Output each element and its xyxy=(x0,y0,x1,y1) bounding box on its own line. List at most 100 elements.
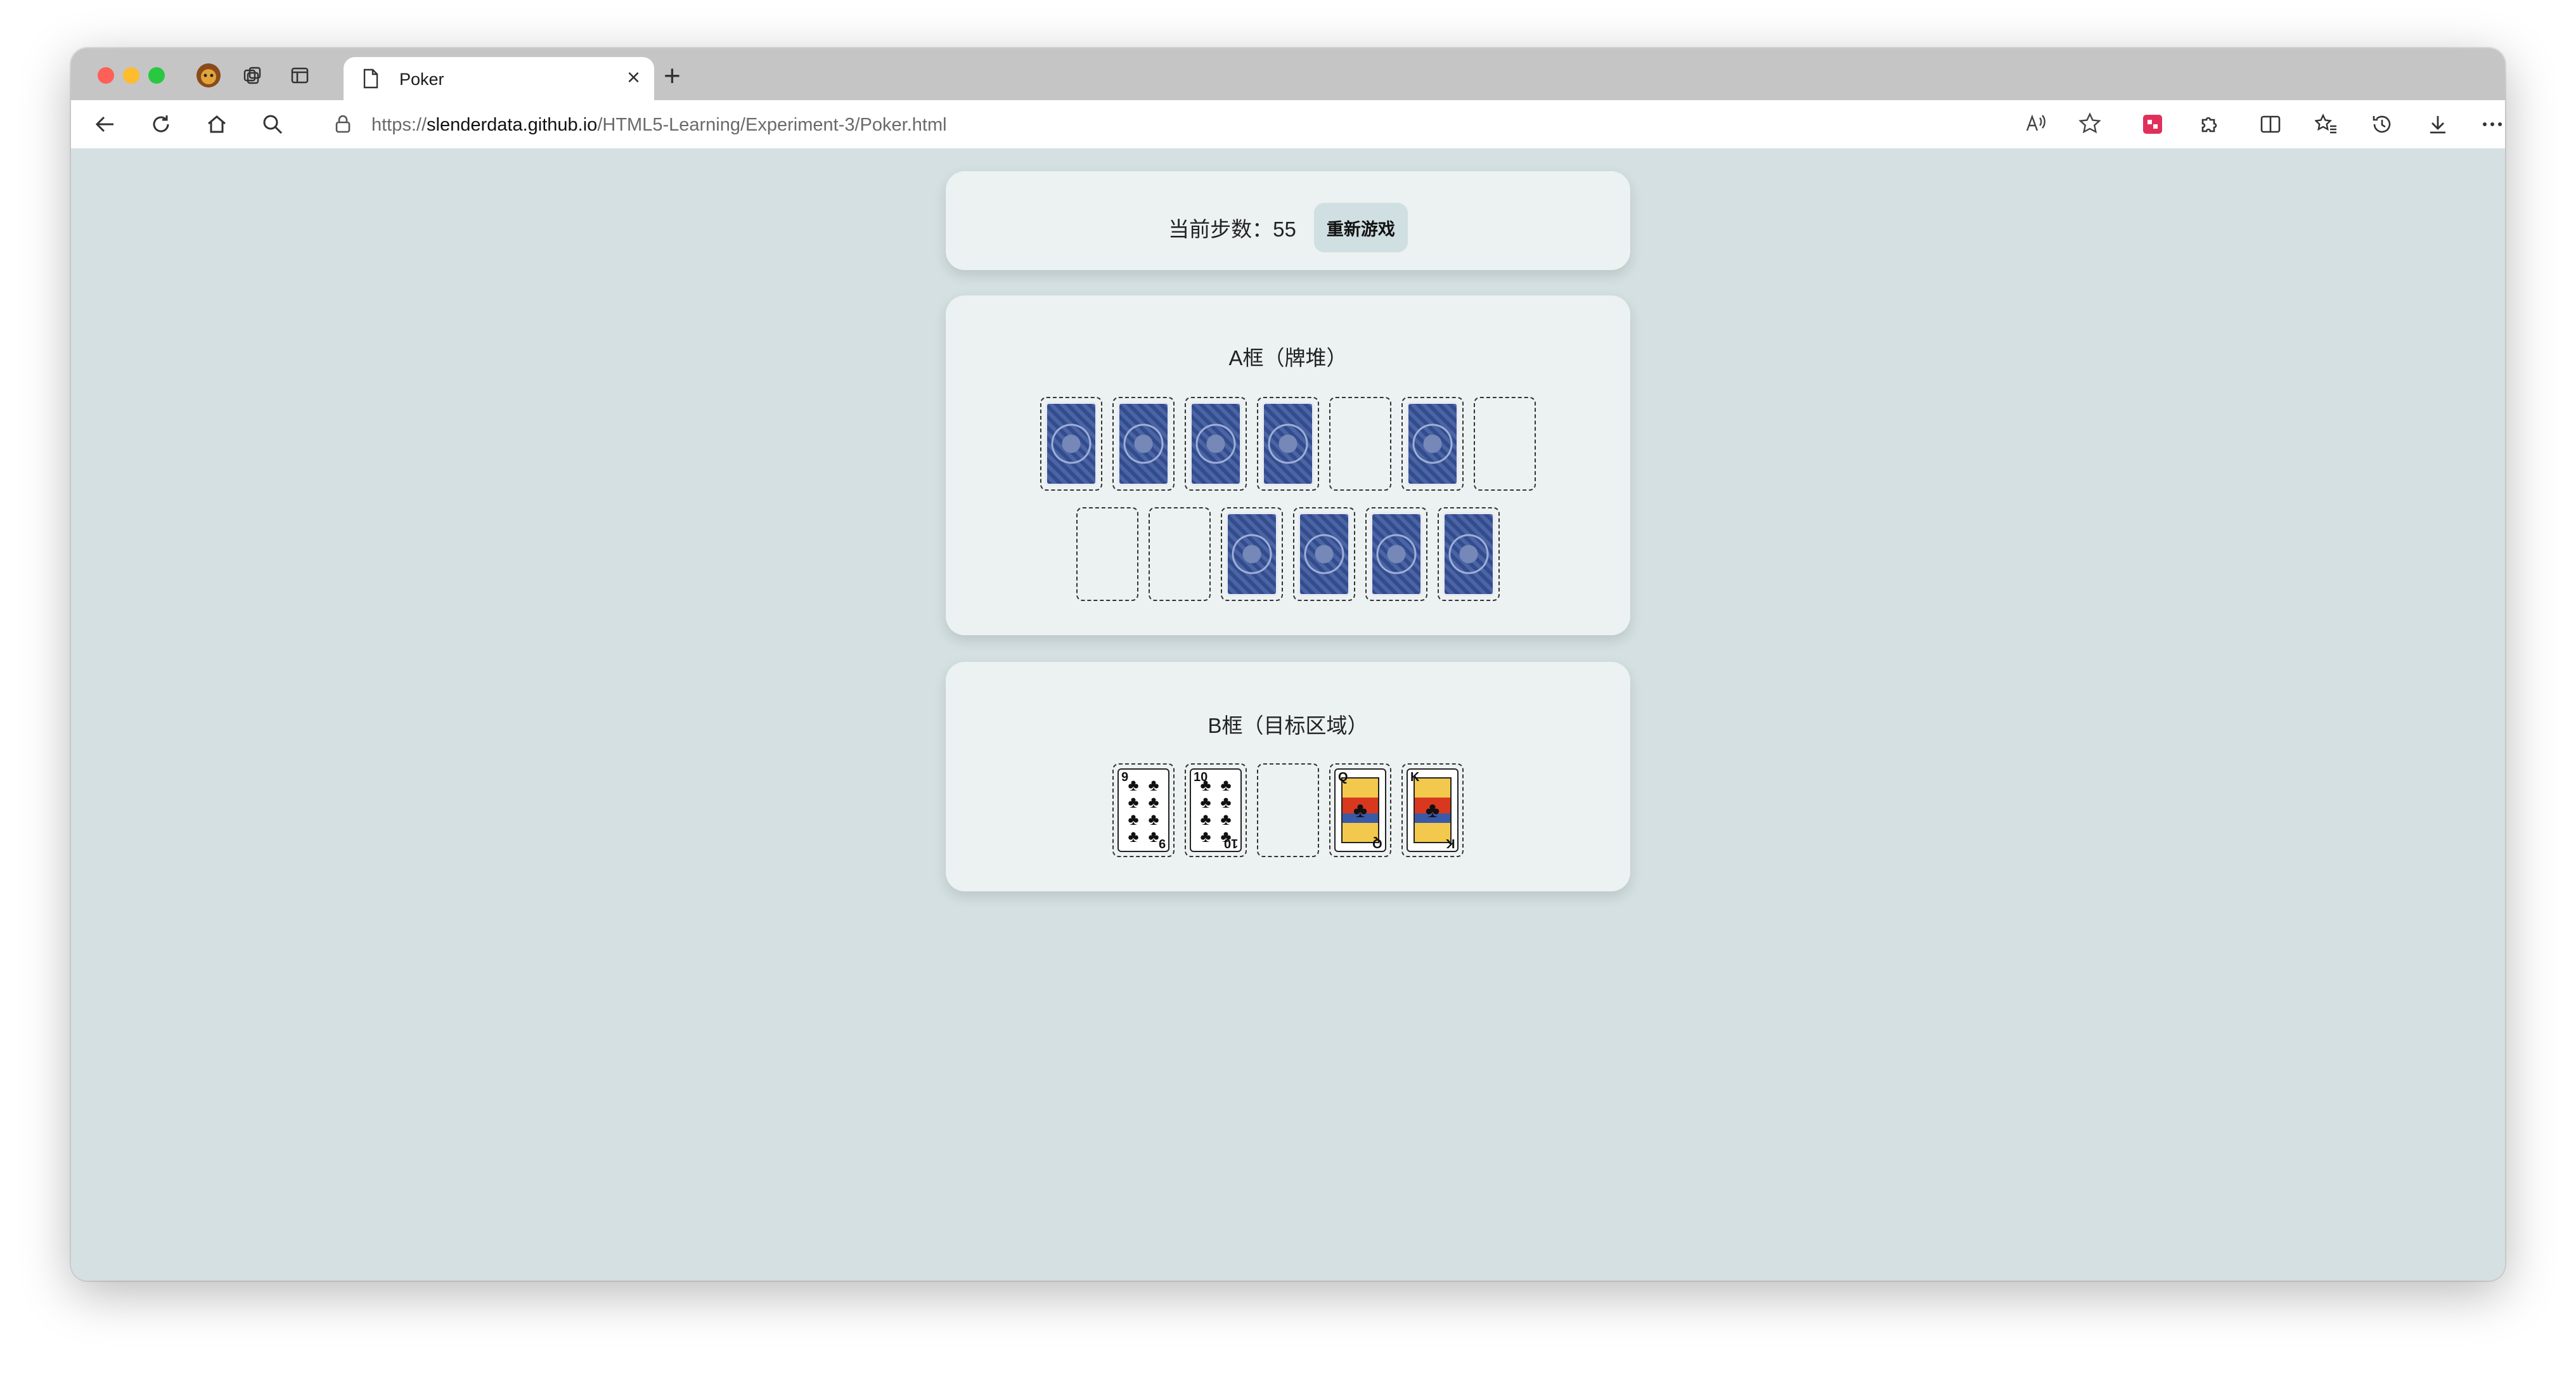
tab-bar: Poker × + xyxy=(71,48,2505,100)
club-suit-icon: ♣ xyxy=(1220,809,1232,829)
card-rank: Q xyxy=(1338,770,1348,784)
pile-row-2 xyxy=(946,507,1630,601)
split-screen-icon[interactable] xyxy=(2257,110,2284,138)
club-suit-icon: ♣ xyxy=(1148,792,1159,811)
extensions-puzzle-icon[interactable] xyxy=(2194,110,2222,138)
card-back[interactable] xyxy=(1117,402,1169,486)
card-rank: 10 xyxy=(1194,770,1208,784)
address-bar[interactable]: https://slenderdata.github.io/HTML5-Lear… xyxy=(309,107,2116,141)
card-back[interactable] xyxy=(1226,512,1278,596)
favorite-star-icon[interactable] xyxy=(2078,112,2102,139)
club-suit-icon: ♣ xyxy=(1148,809,1159,829)
card-rank: K xyxy=(1410,770,1420,784)
card-back[interactable] xyxy=(1190,402,1242,486)
card-back[interactable] xyxy=(1407,402,1459,486)
maximize-window-button[interactable] xyxy=(148,67,165,84)
club-suit-icon: ♣ xyxy=(1128,775,1139,794)
card-slot-empty[interactable] xyxy=(1149,507,1211,601)
card-slot-filled[interactable] xyxy=(1185,397,1247,491)
profile-avatar-icon[interactable] xyxy=(195,62,222,89)
club-suit-icon: ♣ xyxy=(1200,826,1211,846)
restart-game-button[interactable]: 重新游戏 xyxy=(1313,203,1408,252)
card-slot-filled[interactable] xyxy=(1438,507,1500,601)
target-panel: B框（目标区域） 9 ♣ ♣ ♣ ♣ ♣ ♣ ♣ ♣ 9 10 ♣ ♣ ♣ ♣ ♣ ♣ ♣ ♣ 10 Q ♣ Q K ♣ K xyxy=(946,662,1630,891)
search-icon[interactable] xyxy=(259,110,287,138)
club-suit-icon: ♣ xyxy=(1128,826,1139,846)
target-row: 9 ♣ ♣ ♣ ♣ ♣ ♣ ♣ ♣ 9 10 ♣ ♣ ♣ ♣ ♣ ♣ ♣ ♣ 10 Q ♣ Q K ♣ K xyxy=(946,763,1630,857)
card-slot-filled[interactable] xyxy=(1221,507,1283,601)
minimize-window-button[interactable] xyxy=(123,67,139,84)
lock-icon[interactable] xyxy=(335,114,351,136)
club-suit-icon: ♣ xyxy=(1128,809,1139,829)
card-rank: 10 xyxy=(1223,836,1238,850)
club-suit-icon: ♣ xyxy=(1200,792,1211,811)
club-suit-icon: ♣ xyxy=(1200,809,1211,829)
more-options-icon[interactable] xyxy=(2480,110,2505,138)
card-back[interactable] xyxy=(1262,402,1314,486)
browser-window: Poker × + https://slenderdata.github.io/… xyxy=(71,48,2505,1281)
club-suit-icon: ♣ xyxy=(1128,792,1139,811)
url-prefix: https:// xyxy=(371,115,427,135)
card-slot-empty[interactable] xyxy=(1076,507,1138,601)
close-window-button[interactable] xyxy=(98,67,114,84)
target-slot-filled[interactable]: 9 ♣ ♣ ♣ ♣ ♣ ♣ ♣ ♣ 9 xyxy=(1112,763,1175,857)
card-slot-empty[interactable] xyxy=(1329,397,1391,491)
card-rank: K xyxy=(1445,836,1455,850)
card-back[interactable] xyxy=(1443,512,1495,596)
tab-title: Poker xyxy=(399,70,444,89)
card-back[interactable] xyxy=(1370,512,1422,596)
back-icon[interactable] xyxy=(91,110,119,138)
card-rank: 9 xyxy=(1158,836,1166,850)
read-aloud-icon[interactable] xyxy=(2025,113,2046,138)
url-path: /HTML5-Learning/Experiment-3/Poker.html xyxy=(597,115,947,135)
card-rank: Q xyxy=(1372,836,1382,850)
club-suit-icon: ♣ xyxy=(1148,775,1159,794)
card-back[interactable] xyxy=(1045,402,1097,486)
card-slot-filled[interactable] xyxy=(1040,397,1102,491)
target-slot-filled[interactable]: 10 ♣ ♣ ♣ ♣ ♣ ♣ ♣ ♣ 10 xyxy=(1185,763,1247,857)
card-slot-empty[interactable] xyxy=(1474,397,1536,491)
court-figure: ♣ xyxy=(1414,777,1452,843)
club-suit-icon: ♣ xyxy=(1220,792,1232,811)
court-figure: ♣ xyxy=(1341,777,1379,843)
vertical-tabs-icon[interactable] xyxy=(287,62,313,89)
url-host: slenderdata.github.io xyxy=(427,115,598,135)
page-content: 当前步数：55 重新游戏 A框（牌堆） B框（目标区域） 9 ♣ ♣ ♣ ♣ ♣ ♣ ♣ ♣ 9 1… xyxy=(71,148,2505,1281)
steps-counter: 当前步数：55 xyxy=(1168,217,1296,241)
close-tab-icon[interactable]: × xyxy=(627,66,640,89)
card-slot-filled[interactable] xyxy=(1401,397,1464,491)
target-slot-filled[interactable]: Q ♣ Q xyxy=(1329,763,1391,857)
playing-card[interactable]: K ♣ K xyxy=(1407,768,1459,852)
history-icon[interactable] xyxy=(2368,110,2396,138)
card-slot-filled[interactable] xyxy=(1257,397,1319,491)
playing-card[interactable]: 10 ♣ ♣ ♣ ♣ ♣ ♣ ♣ ♣ 10 xyxy=(1190,768,1242,852)
steps-panel: 当前步数：55 重新游戏 xyxy=(946,171,1630,270)
card-pips: ♣ ♣ ♣ ♣ ♣ ♣ ♣ ♣ xyxy=(1126,777,1161,844)
downloads-icon[interactable] xyxy=(2424,110,2452,138)
playing-card[interactable]: Q ♣ Q xyxy=(1334,768,1386,852)
target-slot-filled[interactable]: K ♣ K xyxy=(1401,763,1464,857)
target-slot-empty[interactable] xyxy=(1257,763,1319,857)
workspaces-icon[interactable] xyxy=(240,62,266,89)
new-tab-button[interactable]: + xyxy=(664,61,681,90)
pile-title: A框（牌堆） xyxy=(1228,346,1348,370)
pile-row-1 xyxy=(946,397,1630,491)
club-suit-icon: ♣ xyxy=(1220,775,1232,794)
card-slot-filled[interactable] xyxy=(1293,507,1355,601)
card-slot-filled[interactable] xyxy=(1365,507,1427,601)
favorites-icon[interactable] xyxy=(2312,110,2340,138)
url-text: https://slenderdata.github.io/HTML5-Lear… xyxy=(371,115,947,136)
playing-card[interactable]: 9 ♣ ♣ ♣ ♣ ♣ ♣ ♣ ♣ 9 xyxy=(1117,768,1169,852)
card-rank: 9 xyxy=(1121,770,1129,784)
refresh-icon[interactable] xyxy=(147,110,175,138)
card-back[interactable] xyxy=(1298,512,1350,596)
extension-red-icon[interactable] xyxy=(2139,110,2167,138)
target-title: B框（目标区域） xyxy=(1208,714,1368,737)
toolbar: https://slenderdata.github.io/HTML5-Lear… xyxy=(71,100,2505,150)
pile-panel: A框（牌堆） xyxy=(946,295,1630,635)
card-pips: ♣ ♣ ♣ ♣ ♣ ♣ ♣ ♣ xyxy=(1199,777,1233,844)
home-icon[interactable] xyxy=(203,110,231,138)
tab-poker[interactable]: Poker × xyxy=(344,57,654,100)
card-slot-filled[interactable] xyxy=(1112,397,1175,491)
page-icon xyxy=(363,68,379,92)
